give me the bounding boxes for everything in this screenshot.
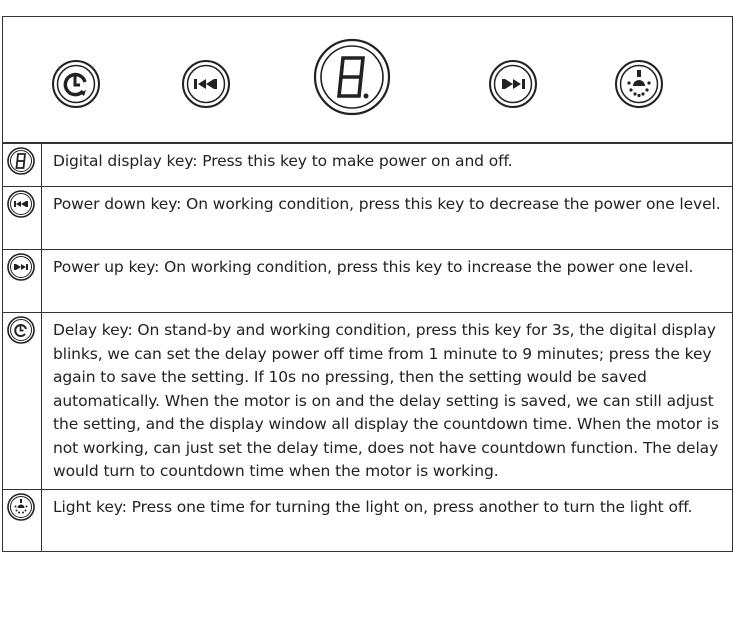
table-row: Power up key: On working condition, pres… xyxy=(2,249,733,313)
digital-display-key[interactable] xyxy=(313,38,391,116)
light-icon xyxy=(7,492,35,521)
power-up-key[interactable] xyxy=(487,59,539,109)
skip-back-icon xyxy=(182,60,230,108)
table-row: Light key: Press one time for turning th… xyxy=(2,488,733,552)
skip-back-icon xyxy=(7,190,35,218)
seven-segment-display-icon xyxy=(7,147,35,175)
skip-forward-icon xyxy=(489,60,537,108)
delay-key[interactable] xyxy=(51,59,101,109)
table-row: Digital display key: Press this key to m… xyxy=(2,143,733,187)
control-panel xyxy=(2,16,733,143)
light-key[interactable] xyxy=(614,59,664,109)
key-description: Digital display key: Press this key to m… xyxy=(41,143,733,187)
light-icon xyxy=(615,60,663,108)
table-row: Delay key: On stand-by and working condi… xyxy=(2,312,733,490)
key-description: Delay key: On stand-by and working condi… xyxy=(41,312,733,490)
key-description: Power up key: On working condition, pres… xyxy=(41,249,733,313)
key-description-table: Digital display key: Press this key to m… xyxy=(2,143,733,552)
clock-icon xyxy=(52,60,100,108)
table-row: Power down key: On working condition, pr… xyxy=(2,186,733,250)
key-description: Power down key: On working condition, pr… xyxy=(41,186,733,250)
seven-segment-display-icon xyxy=(313,38,391,116)
key-description: Light key: Press one time for turning th… xyxy=(41,488,733,552)
clock-icon xyxy=(7,316,35,344)
power-down-key[interactable] xyxy=(180,59,232,109)
skip-forward-icon xyxy=(7,253,35,281)
